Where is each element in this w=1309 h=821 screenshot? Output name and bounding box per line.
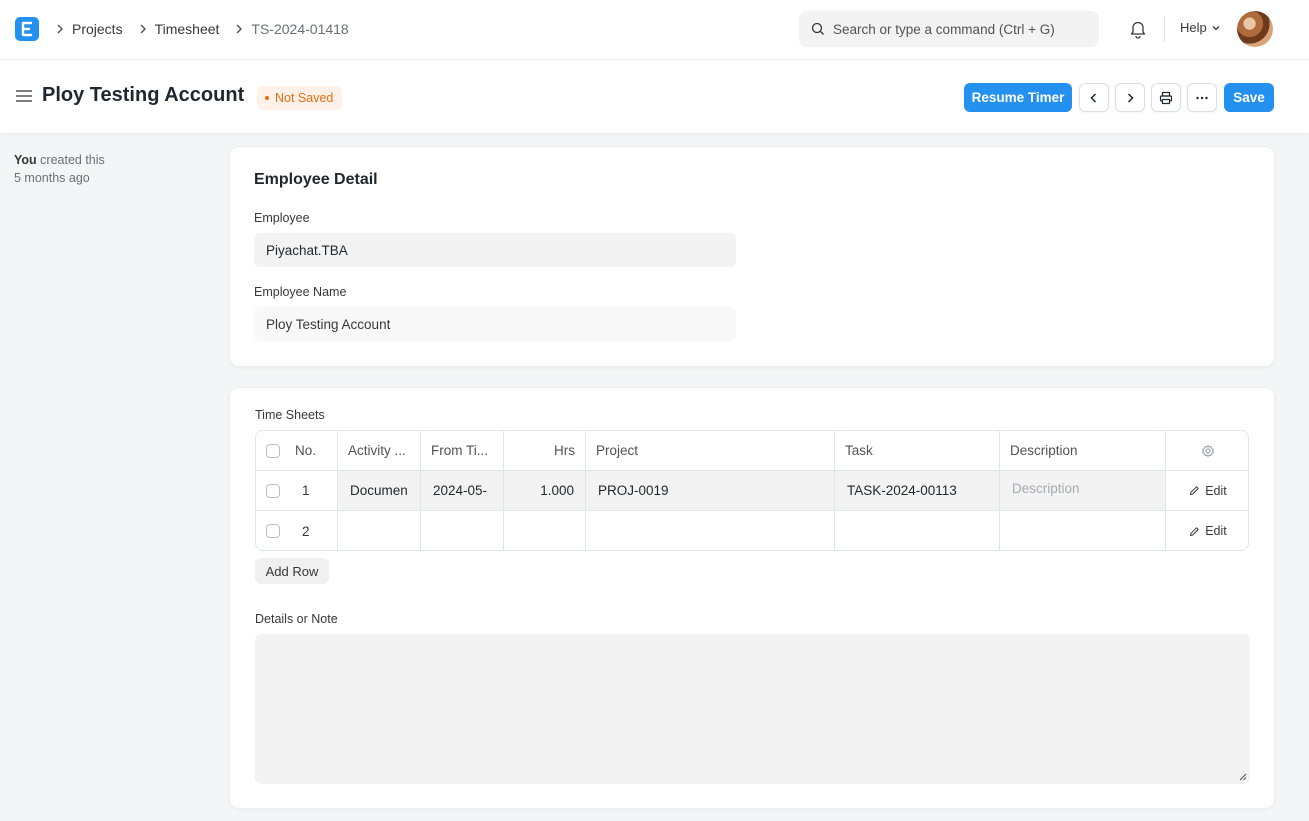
row-no: 2 (302, 523, 310, 539)
cell-task[interactable] (835, 511, 1000, 550)
chevron-right-icon (1127, 92, 1134, 103)
save-button[interactable]: Save (1224, 83, 1274, 112)
pencil-icon (1190, 526, 1199, 536)
status-dot-icon (265, 96, 269, 100)
cell-hrs[interactable] (504, 511, 586, 550)
employee-detail-section: Employee Detail Employee Piyachat.TBA Em… (229, 146, 1275, 367)
status-badge: Not Saved (257, 86, 343, 110)
help-dropdown[interactable]: Help (1180, 20, 1221, 35)
time-sheets-label: Time Sheets (255, 408, 325, 422)
cell-from-time[interactable]: 2024-05- (421, 471, 504, 510)
printer-icon (1159, 91, 1173, 104)
help-label: Help (1180, 20, 1207, 35)
edit-label: Edit (1205, 483, 1227, 498)
details-note-textarea[interactable] (255, 634, 1250, 784)
section-title-employee-detail: Employee Detail (254, 171, 378, 188)
cell-description[interactable] (1000, 511, 1166, 550)
row-select-cell: 1 (256, 471, 338, 510)
header-activity[interactable]: Activity ... (338, 431, 421, 470)
chevron-right-icon (57, 24, 63, 34)
page-header: Ploy Testing Account Not Saved Resume Ti… (0, 60, 1309, 134)
nav-divider (1164, 16, 1165, 42)
user-avatar[interactable] (1237, 11, 1273, 47)
search-input[interactable]: Search or type a command (Ctrl + G) (799, 11, 1099, 47)
header-from-time[interactable]: From Ti... (421, 431, 504, 470)
chevron-right-icon (140, 24, 146, 34)
employee-name-field: Ploy Testing Account (254, 307, 736, 341)
page-title: Ploy Testing Account (42, 84, 245, 106)
details-note-label: Details or Note (255, 612, 338, 626)
row-no: 1 (302, 483, 310, 498)
cell-activity[interactable]: Documen (338, 471, 421, 510)
previous-record-button[interactable] (1079, 83, 1109, 112)
gear-icon[interactable] (1201, 444, 1215, 458)
timeline-action: created this (40, 153, 105, 167)
edit-row-button[interactable]: Edit (1189, 524, 1227, 538)
status-badge-label: Not Saved (275, 91, 334, 105)
employee-name-label: Employee Name (254, 285, 347, 299)
row-select-cell: 2 (256, 511, 338, 550)
pencil-icon (1190, 486, 1199, 495)
select-all-checkbox[interactable] (266, 443, 280, 458)
resume-timer-button[interactable]: Resume Timer (964, 83, 1072, 112)
employee-label: Employee (254, 211, 310, 225)
header-select-cell: No. (256, 431, 338, 470)
chevron-right-icon (236, 24, 243, 34)
add-row-button[interactable]: Add Row (255, 558, 329, 584)
header-settings-cell (1166, 431, 1248, 470)
employee-field[interactable]: Piyachat.TBA (254, 233, 736, 267)
top-navbar: Projects Timesheet TS-2024-01418 Search … (0, 0, 1309, 60)
row-edit-cell: Edit (1166, 471, 1248, 510)
breadcrumb-projects[interactable]: Projects (72, 21, 123, 37)
more-horizontal-icon (1196, 96, 1208, 99)
edit-label: Edit (1205, 524, 1227, 538)
search-icon (811, 22, 824, 35)
notification-bell-icon[interactable] (1129, 19, 1147, 39)
chevron-left-icon (1090, 92, 1097, 103)
breadcrumb-timesheet[interactable]: Timesheet (155, 21, 220, 37)
breadcrumb: Projects Timesheet TS-2024-01418 (52, 0, 361, 58)
more-actions-button[interactable] (1187, 83, 1217, 112)
table-header-row: No. Activity ... From Ti... Hrs Project … (256, 431, 1248, 471)
row-edit-cell: Edit (1166, 511, 1248, 550)
cell-task[interactable]: TASK-2024-00113 (835, 471, 1000, 510)
header-hrs[interactable]: Hrs (504, 431, 586, 470)
breadcrumb-current[interactable]: TS-2024-01418 (251, 21, 348, 37)
timeline-when: 5 months ago (14, 171, 90, 185)
search-placeholder: Search or type a command (Ctrl + G) (833, 21, 1055, 37)
row-checkbox[interactable] (266, 524, 280, 538)
time-sheets-section: Time Sheets No. Activity ... From Ti... … (229, 387, 1275, 809)
resize-handle-icon[interactable] (1239, 773, 1247, 781)
table-row: 1 Documen 2024-05- 1.000 PROJ-0019 TASK-… (256, 471, 1248, 511)
timeline-note: You created this 5 months ago (14, 151, 105, 187)
chevron-down-icon (1212, 25, 1220, 30)
row-checkbox[interactable] (266, 483, 280, 498)
next-record-button[interactable] (1115, 83, 1145, 112)
cell-project[interactable] (586, 511, 835, 550)
cell-from-time[interactable] (421, 511, 504, 550)
time-sheets-table: No. Activity ... From Ti... Hrs Project … (255, 430, 1249, 551)
header-no: No. (295, 443, 317, 458)
cell-description[interactable]: Description (1000, 471, 1166, 510)
header-project[interactable]: Project (586, 431, 835, 470)
cell-activity[interactable] (338, 511, 421, 550)
sidebar-toggle-icon[interactable] (15, 89, 33, 103)
cell-project[interactable]: PROJ-0019 (586, 471, 835, 510)
edit-row-button[interactable]: Edit (1189, 484, 1227, 498)
table-row: 2 Edit (256, 511, 1248, 550)
print-button[interactable] (1151, 83, 1181, 112)
header-description[interactable]: Description (1000, 431, 1166, 470)
timeline-actor: You (14, 153, 37, 167)
cell-hrs[interactable]: 1.000 (504, 471, 586, 510)
app-logo-icon[interactable] (15, 17, 39, 41)
header-task[interactable]: Task (835, 431, 1000, 470)
